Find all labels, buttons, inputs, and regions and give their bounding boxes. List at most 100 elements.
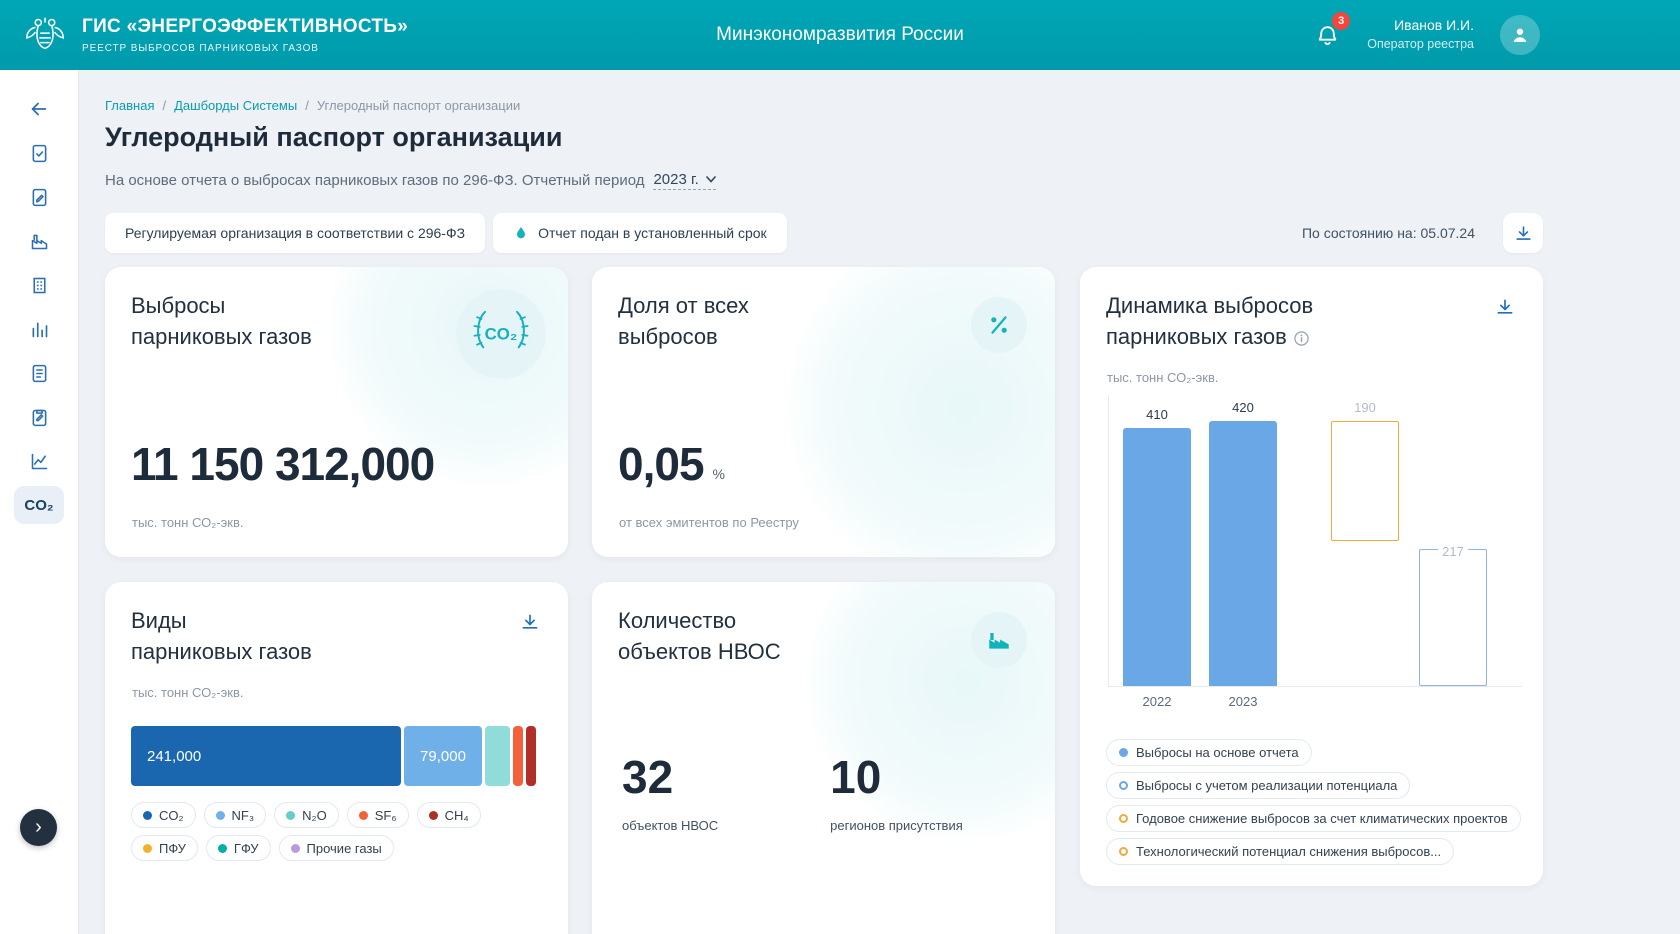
legend-label: Технологический потенциал снижения выбро… (1136, 844, 1441, 859)
back-arrow-icon (28, 98, 50, 120)
bar-potential[interactable]: 217 (1419, 395, 1487, 686)
notifications-button[interactable]: 3 (1313, 21, 1341, 49)
bar-rect (1331, 421, 1399, 541)
gas-segment-value: 79,000 (420, 748, 466, 765)
legend-dot (218, 844, 227, 853)
legend-climate-projects: Годовое снижение выбросов за счет климат… (1106, 805, 1521, 832)
gas-segment-nf3[interactable]: 79,000 (404, 726, 482, 786)
legend-dot (143, 811, 152, 820)
sidebar-item-plans[interactable] (14, 398, 64, 436)
chevron-down-icon (706, 176, 716, 183)
building-icon (29, 275, 50, 296)
gas-segment-value: 241,000 (147, 748, 201, 765)
legend-chip-nf3: NF₃ (204, 802, 267, 828)
legend-dot (1119, 781, 1128, 790)
line-chart-icon (29, 451, 50, 472)
percent-icon (971, 297, 1027, 353)
sidebar-item-dynamics[interactable] (14, 442, 64, 480)
gas-segment-ch4[interactable] (526, 726, 536, 786)
card-emissions: Выбросы парниковых газов CO₂ 11 150 312,… (105, 267, 568, 557)
as-of-date: По состоянию на: 05.07.24 (1302, 225, 1475, 241)
legend-label: Прочие газы (307, 841, 382, 856)
period-dropdown[interactable]: 2023 г. (653, 171, 715, 190)
card-nvos-title: Количество объектов НВОС (618, 606, 781, 668)
x-axis-label-2022: 2022 (1123, 694, 1191, 709)
legend-chip-ch4: CH₄ (417, 802, 481, 828)
app-title: ГИС «ЭНЕРГОЭФФЕКТИВНОСТЬ» (82, 16, 408, 38)
legend-chip-sf6: SF₆ (347, 802, 409, 828)
sidebar-item-drafts[interactable] (14, 178, 64, 216)
sidebar-expand-button[interactable]: › (20, 809, 57, 846)
breadcrumb-dashboards[interactable]: Дашборды Системы (174, 98, 297, 113)
as-of-row: По состоянию на: 05.07.24 (1302, 213, 1543, 253)
legend-tech-potential: Технологический потенциал снижения выбро… (1106, 838, 1454, 865)
card-share-title: Доля от всех выбросов (618, 291, 749, 353)
app-subtitle: РЕЕСТР ВЫБРОСОВ ПАРНИКОВЫХ ГАЗОВ (82, 43, 408, 54)
legend-label: ГФУ (234, 841, 259, 856)
sidebar-item-reports[interactable] (14, 134, 64, 172)
gas-stacked-bar: 241,000 79,000 (131, 726, 545, 786)
gas-download-button[interactable] (518, 610, 542, 634)
document-lines-icon (29, 363, 50, 384)
sidebar-item-registry[interactable] (14, 354, 64, 392)
bar-chart-icon (29, 319, 50, 340)
breadcrumb-home[interactable]: Главная (105, 98, 154, 113)
subtitle-text: На основе отчета о выбросах парниковых г… (105, 172, 644, 189)
document-check-icon (29, 143, 50, 164)
download-icon (1495, 297, 1515, 317)
emissions-units: тыс. тонн СО₂-экв. (132, 515, 243, 530)
bar-rect (1123, 428, 1191, 686)
sidebar: CO₂ › (0, 70, 78, 934)
page-download-button[interactable] (1503, 213, 1543, 253)
info-icon[interactable] (1294, 331, 1309, 346)
droplet-icon (513, 225, 529, 241)
user-block[interactable]: Иванов И.И. Оператор реестра (1367, 16, 1474, 53)
legend-dot (359, 811, 368, 820)
sidebar-item-enterprises[interactable] (14, 222, 64, 260)
header-right: 3 Иванов И.И. Оператор реестра (1313, 15, 1540, 55)
download-icon (1514, 224, 1533, 243)
sidebar-item-co2[interactable]: CO₂ (14, 486, 64, 524)
notifications-count-badge: 3 (1332, 12, 1350, 30)
period-value: 2023 г. (653, 171, 698, 188)
person-icon (1509, 24, 1531, 46)
legend-label: Выбросы на основе отчета (1136, 745, 1299, 760)
status-badges-row: Регулируемая организация в соответствии … (105, 213, 787, 253)
legend-dot (429, 811, 438, 820)
report-submitted-badge: Отчет подан в установленный срок (493, 213, 787, 253)
x-axis-label-2023: 2023 (1209, 694, 1277, 709)
gas-segment-co2[interactable]: 241,000 (131, 726, 401, 786)
legend-dot (1119, 847, 1128, 856)
legend-dot (291, 844, 300, 853)
logo-block[interactable]: ГИС «ЭНЕРГОЭФФЕКТИВНОСТЬ» РЕЕСТР ВЫБРОСО… (22, 12, 408, 58)
share-value: 0,05 % (618, 437, 725, 491)
dynamics-download-button[interactable] (1493, 295, 1517, 319)
breadcrumb-separator: / (305, 98, 309, 113)
legend-report-emissions: Выбросы на основе отчета (1106, 739, 1312, 766)
sidebar-item-back[interactable] (14, 90, 64, 128)
gas-segment-sf6[interactable] (513, 726, 523, 786)
bar-value-label: 420 (1209, 400, 1277, 415)
co2-laurel-icon: CO₂ (456, 289, 546, 379)
legend-chip-co2: CO₂ (131, 802, 196, 828)
legend-chip-pfu: ПФУ (131, 835, 198, 861)
ministry-title: Минэкономразвития России (716, 24, 964, 46)
bar-climate-reduction[interactable]: 190 (1331, 395, 1399, 686)
legend-label: N₂O (302, 808, 327, 823)
nvos-stats: 32 объектов НВОС 10 регионов присутствия (622, 750, 963, 833)
sidebar-item-analytics[interactable] (14, 310, 64, 348)
legend-chip-n2o: N₂O (274, 802, 339, 828)
bar-value-label: 410 (1123, 407, 1191, 422)
report-submitted-badge-label: Отчет подан в установленный срок (538, 225, 767, 241)
user-avatar[interactable] (1500, 15, 1540, 55)
bar-2022[interactable]: 410 (1123, 395, 1191, 686)
gas-legend-row-1: CO₂ NF₃ N₂O SF₆ CH₄ (131, 802, 481, 828)
document-edit-icon (29, 187, 50, 208)
nvos-stat-regions: 10 регионов присутствия (830, 750, 963, 833)
sidebar-item-organizations[interactable] (14, 266, 64, 304)
nvos-regions-value: 10 (830, 750, 963, 804)
gas-segment-n2o[interactable] (485, 726, 510, 786)
bar-2023[interactable]: 420 (1209, 395, 1277, 686)
bar-value-label: 217 (1438, 544, 1468, 559)
legend-dot (216, 811, 225, 820)
